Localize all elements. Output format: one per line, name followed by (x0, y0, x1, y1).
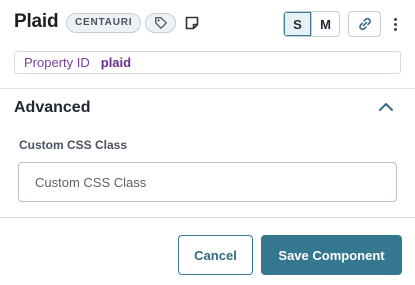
save-component-button[interactable]: Save Component (261, 235, 402, 275)
tag-button[interactable] (145, 13, 176, 33)
section-title-advanced[interactable]: Advanced (14, 99, 90, 117)
component-header: Plaid CENTAURI S M (0, 0, 415, 46)
size-option-medium[interactable]: M (311, 12, 339, 36)
divider (0, 88, 415, 89)
note-icon (185, 16, 199, 30)
cancel-button[interactable]: Cancel (178, 235, 253, 275)
size-option-small[interactable]: S (284, 12, 311, 36)
more-vertical-icon[interactable] (389, 13, 401, 35)
link-button[interactable] (348, 11, 381, 37)
link-icon (358, 17, 371, 31)
note-button[interactable] (183, 14, 201, 32)
chevron-up-icon (379, 103, 393, 111)
tag-icon (154, 17, 167, 29)
component-title: Plaid (14, 11, 59, 32)
property-id-field: Property ID plaid (14, 51, 401, 74)
footer-divider (0, 217, 415, 218)
custom-css-class-input[interactable] (18, 162, 397, 202)
custom-css-class-label: Custom CSS Class (19, 138, 128, 152)
component-badge: CENTAURI (66, 13, 142, 33)
size-toggle: S M (283, 11, 340, 37)
property-id-label: Property ID (24, 55, 90, 70)
property-id-value: plaid (100, 55, 132, 70)
collapse-section-button[interactable] (377, 100, 395, 114)
